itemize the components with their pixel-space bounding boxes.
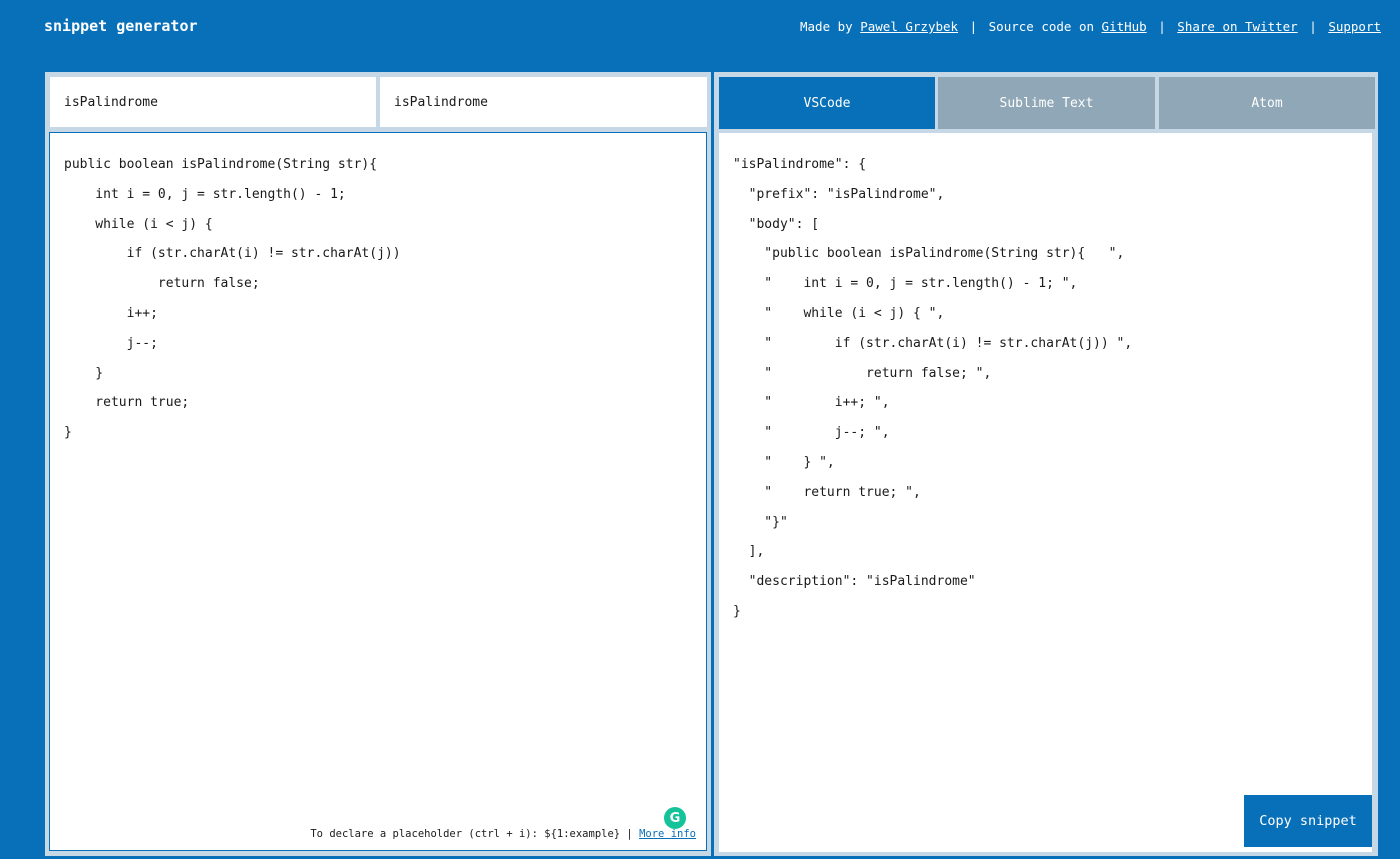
- code-editor[interactable]: public boolean isPalindrome(String str){…: [49, 132, 707, 851]
- author-link[interactable]: Pawel Grzybek: [860, 19, 958, 34]
- code-editor-content[interactable]: public boolean isPalindrome(String str){…: [64, 150, 401, 448]
- separator: |: [1158, 19, 1166, 34]
- output-panel: VSCode Sublime Text Atom "isPalindrome":…: [714, 72, 1378, 856]
- placeholder-hint-text: To declare a placeholder (ctrl + i): ${1…: [310, 828, 633, 840]
- header-links: Made by Pawel Grzybek | Source code on G…: [800, 19, 1381, 34]
- description-input[interactable]: [50, 77, 376, 127]
- github-link[interactable]: GitHub: [1102, 19, 1147, 34]
- source-code-text: Source code on: [988, 19, 1095, 34]
- made-by-text: Made by: [800, 19, 853, 34]
- more-info-link[interactable]: More info: [639, 828, 696, 840]
- tab-vscode[interactable]: VSCode: [719, 77, 935, 129]
- separator: |: [1309, 19, 1317, 34]
- app-title: snippet generator: [44, 17, 198, 35]
- tab-atom[interactable]: Atom: [1159, 77, 1375, 129]
- input-panel: public boolean isPalindrome(String str){…: [45, 72, 711, 856]
- support-link[interactable]: Support: [1328, 19, 1381, 34]
- grammarly-icon[interactable]: G: [664, 807, 686, 829]
- page-header: snippet generator Made by Pawel Grzybek …: [0, 0, 1400, 55]
- snippet-output: "isPalindrome": { "prefix": "isPalindrom…: [719, 133, 1372, 852]
- snippet-output-code: "isPalindrome": { "prefix": "isPalindrom…: [733, 157, 1133, 619]
- share-twitter-link[interactable]: Share on Twitter: [1177, 19, 1297, 34]
- tab-trigger-input[interactable]: [380, 77, 707, 127]
- copy-snippet-button[interactable]: Copy snippet: [1244, 795, 1372, 847]
- tab-sublime-text[interactable]: Sublime Text: [938, 77, 1155, 129]
- separator: |: [969, 19, 978, 34]
- placeholder-hint: To declare a placeholder (ctrl + i): ${1…: [310, 828, 696, 840]
